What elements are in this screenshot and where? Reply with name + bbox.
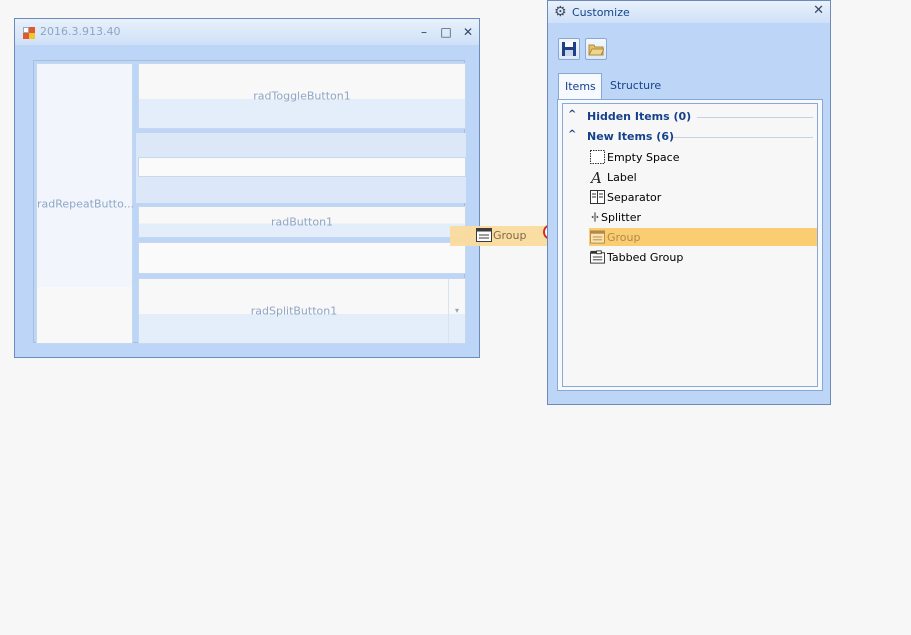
collapse-chevron-icon[interactable]: ^ [568, 129, 576, 140]
items-list[interactable]: ^ Hidden Items (0) ^ New Items (6) Empty… [562, 103, 818, 387]
separator-icon [590, 190, 605, 204]
main-form-title: 2016.3.913.40 [40, 25, 121, 38]
empty-space-icon [590, 150, 605, 164]
empty-space-item [138, 157, 466, 177]
app-icon [23, 27, 35, 39]
list-item-label: Tabbed Group [607, 251, 684, 264]
rad-repeat-button-label: radRepeatButto... [37, 197, 135, 210]
svg-text:A: A [590, 170, 602, 184]
list-item-label: Label [607, 171, 637, 184]
gear-icon: ⚙ [554, 4, 567, 20]
tabbed-group-icon [590, 250, 605, 264]
list-item-empty-space[interactable]: Empty Space [563, 148, 817, 166]
customize-close-button[interactable]: ✕ [813, 3, 824, 18]
rad-repeat-button[interactable]: radRepeatButto... [36, 63, 135, 344]
group-divider [697, 117, 813, 118]
close-button[interactable]: ✕ [459, 23, 477, 41]
main-form-window: 2016.3.913.40 – □ ✕ radRepeatButto... ra… [14, 18, 480, 358]
group-header-label: Hidden Items (0) [587, 110, 692, 123]
save-button[interactable] [558, 38, 580, 60]
drag-preview: Group [450, 226, 550, 246]
list-item-group-selected[interactable]: Group [589, 228, 817, 246]
group-icon [590, 230, 605, 244]
save-icon [562, 42, 576, 56]
customize-titlebar[interactable]: ⚙ Customize ✕ [548, 1, 830, 23]
list-item-label: Group [607, 231, 641, 244]
split-button-arrow-icon[interactable]: ▾ [448, 279, 465, 343]
rad-toggle-button-label: radToggleButton1 [253, 89, 351, 103]
splitter-icon [591, 212, 599, 222]
maximize-button[interactable]: □ [437, 23, 455, 41]
list-item-tabbed-group[interactable]: Tabbed Group [563, 248, 817, 266]
list-item-separator[interactable]: Separator [563, 188, 817, 206]
tab-items[interactable]: Items [558, 73, 602, 99]
main-form-titlebar[interactable]: 2016.3.913.40 – □ ✕ [15, 19, 479, 45]
rad-toggle-button[interactable]: radToggleButton1 [138, 63, 466, 129]
tab-structure-label: Structure [610, 79, 662, 92]
layout-control: radRepeatButto... radToggleButton1 radBu… [33, 60, 466, 344]
rad-split-button[interactable]: radSplitButton1 ▾ [138, 278, 466, 344]
rad-split-button-label: radSplitButton1 [250, 304, 338, 318]
customize-dialog: ⚙ Customize ✕ Items Structure ^ Hidden I… [547, 0, 831, 405]
list-item-label: Separator [607, 191, 662, 204]
list-item-label[interactable]: A Label [563, 168, 817, 186]
group-header-hidden-items[interactable]: ^ Hidden Items (0) [563, 107, 817, 125]
rad-button-label: radButton1 [270, 215, 334, 229]
group-icon [476, 228, 492, 242]
tab-items-label: Items [565, 80, 596, 93]
group-header-label: New Items (6) [587, 130, 675, 143]
label-icon: A [590, 170, 602, 184]
minimize-button[interactable]: – [415, 23, 433, 41]
group-divider [673, 137, 813, 138]
blank-item [138, 242, 466, 274]
open-folder-icon [588, 44, 604, 56]
rad-button[interactable]: radButton1 [138, 206, 466, 238]
tab-structure[interactable]: Structure [604, 73, 666, 99]
group-header-new-items[interactable]: ^ New Items (6) [563, 127, 817, 145]
items-tab-panel: ^ Hidden Items (0) ^ New Items (6) Empty… [557, 99, 823, 391]
collapse-chevron-icon[interactable]: ^ [568, 109, 576, 120]
list-item-label: Empty Space [607, 151, 680, 164]
open-button[interactable] [585, 38, 607, 60]
drag-preview-label: Group [493, 229, 527, 242]
customize-title: Customize [572, 6, 630, 19]
list-item-splitter[interactable]: Splitter [563, 208, 817, 226]
list-item-label: Splitter [601, 211, 641, 224]
